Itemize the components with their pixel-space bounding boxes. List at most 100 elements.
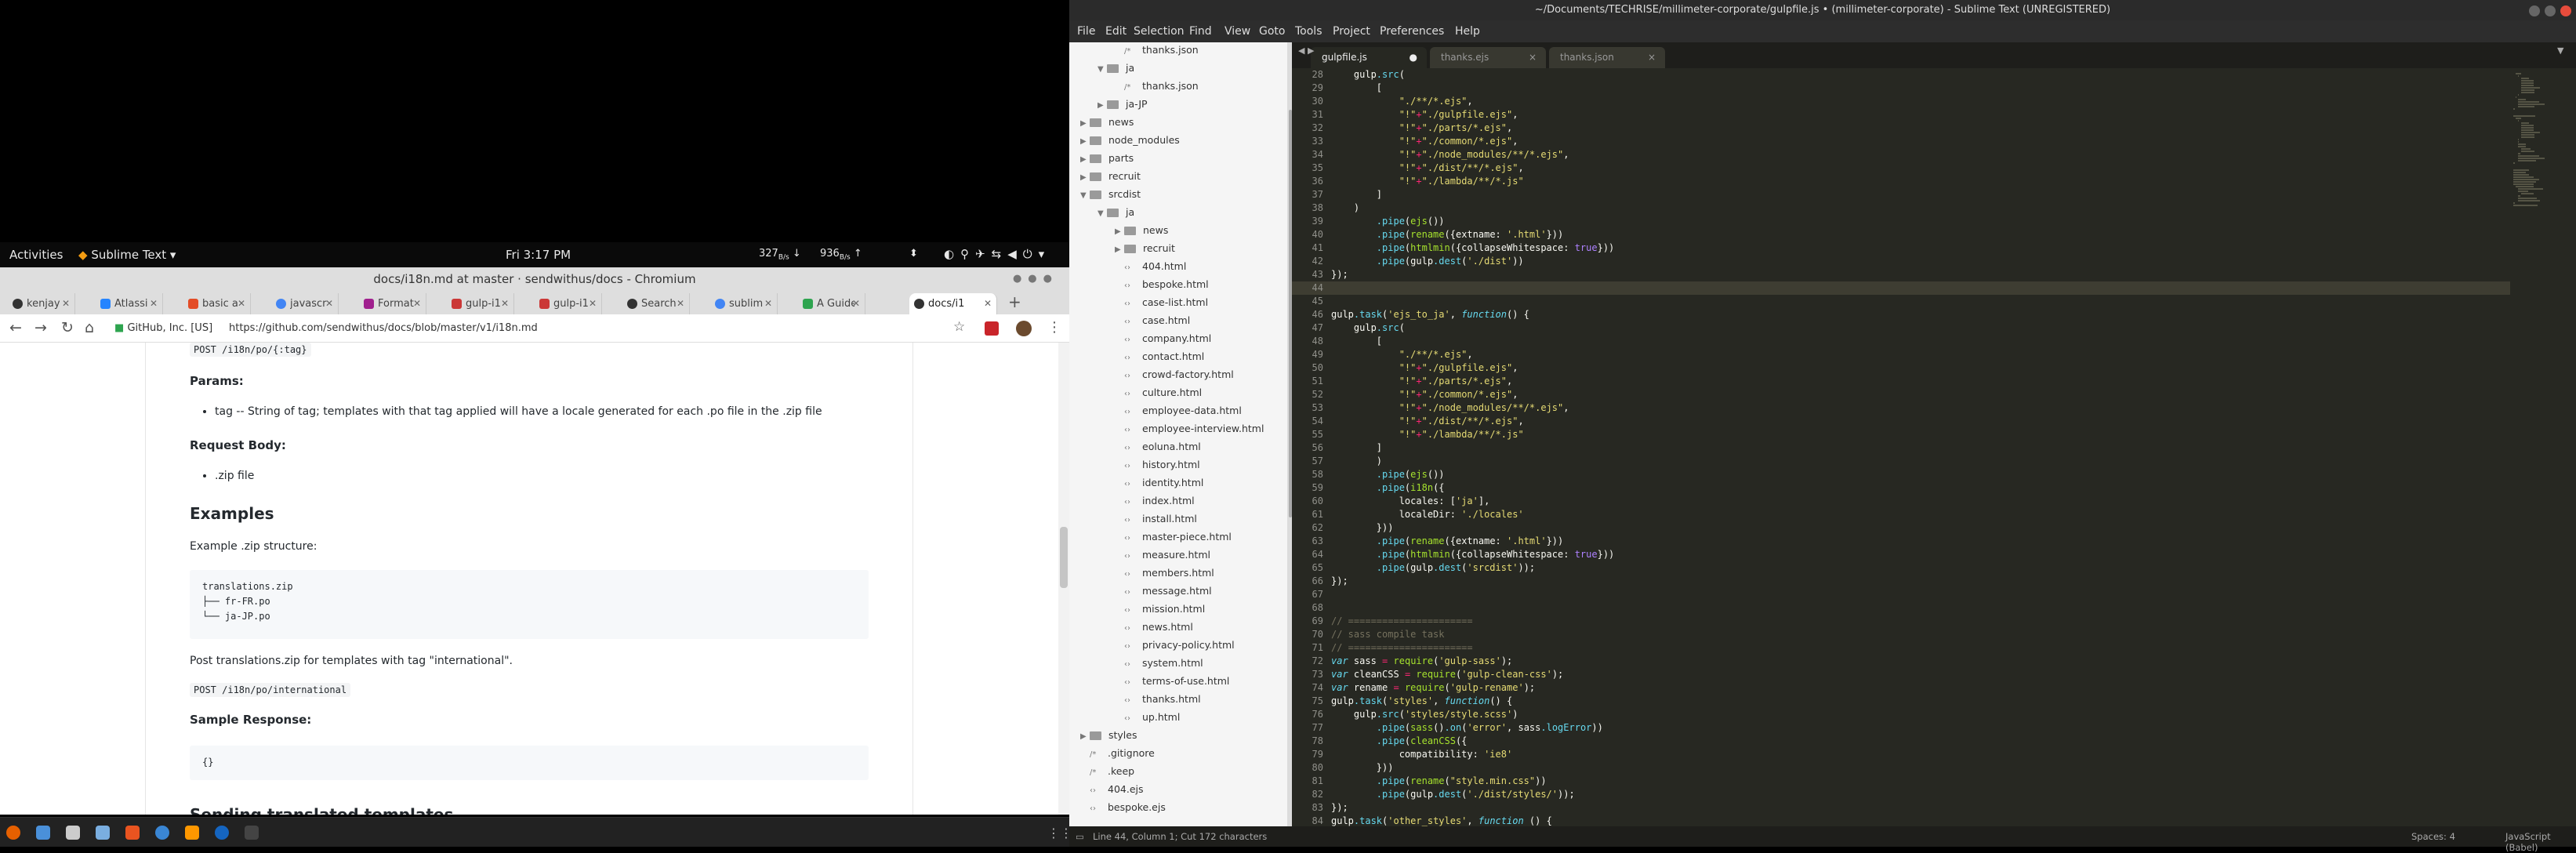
code-line[interactable]: [ <box>1331 335 1614 348</box>
document-icon[interactable] <box>96 826 110 840</box>
code-line[interactable]: [ <box>1331 82 1614 95</box>
browser-tab[interactable]: Atlassi ✕ <box>96 293 163 314</box>
sidebar-item[interactable]: /* thanks.json <box>1069 77 1199 95</box>
code-line[interactable]: .pipe(sass().on('error', sass.logError)) <box>1331 721 1614 735</box>
browser-tab[interactable]: A Guide ✕ <box>798 293 865 314</box>
panel-toggle-icon[interactable]: ▭ <box>1076 831 1084 842</box>
sidebar-item[interactable]: ‹› eoluna.html <box>1069 437 1201 456</box>
sidebar-item[interactable]: ▼ ja <box>1069 59 1134 77</box>
menu-icon[interactable]: ⋮ <box>1047 319 1061 336</box>
sidebar-item[interactable]: ‹› bespoke.html <box>1069 275 1209 293</box>
sidebar-item[interactable]: /* .keep <box>1069 762 1134 780</box>
menu-goto[interactable]: Goto <box>1259 25 1285 38</box>
code-line[interactable]: ) <box>1331 201 1614 215</box>
sidebar-item[interactable]: ‹› history.html <box>1069 456 1200 474</box>
help-icon[interactable] <box>155 826 169 840</box>
code-text[interactable]: gulp.src( [ "./**/*.ejs", "!"+"./gulpfil… <box>1331 68 1614 826</box>
sidebar-item[interactable]: ‹› install.html <box>1069 510 1197 528</box>
code-line[interactable]: gulp.task('other_styles', function () { <box>1331 815 1614 826</box>
reload-icon[interactable]: ↻ <box>61 319 74 336</box>
disk-icon[interactable] <box>66 826 80 840</box>
code-line[interactable]: // ====================== <box>1331 615 1614 628</box>
code-line[interactable] <box>1331 281 1614 295</box>
sidebar-item[interactable]: ▼ srcdist <box>1069 185 1141 203</box>
browser-tab[interactable]: javascr ✕ <box>271 293 339 314</box>
code-line[interactable]: compatibility: 'ie8' <box>1331 748 1614 761</box>
browser-tab[interactable]: gulp-i1 ✕ <box>535 293 602 314</box>
code-line[interactable] <box>1331 295 1614 308</box>
sidebar-item[interactable]: ‹› company.html <box>1069 329 1211 347</box>
sidebar-item[interactable]: ‹› up.html <box>1069 708 1180 726</box>
code-line[interactable]: "!"+"./lambda/**/*.js" <box>1331 175 1614 188</box>
code-line[interactable]: .pipe(gulp.dest('./dist/styles/')); <box>1331 788 1614 801</box>
code-line[interactable]: .pipe(rename({extname: '.html'})) <box>1331 535 1614 548</box>
extension-icon[interactable] <box>985 321 999 336</box>
code-line[interactable]: gulp.src('styles/style.scss') <box>1331 708 1614 721</box>
code-line[interactable]: gulp.src( <box>1331 68 1614 82</box>
tab-dropdown-icon[interactable]: ▼ <box>2557 45 2563 56</box>
code-line[interactable]: "!"+"./common/*.ejs", <box>1331 388 1614 401</box>
code-line[interactable]: .pipe(ejs()) <box>1331 215 1614 228</box>
project-sidebar[interactable]: /* thanks.json ▼ ja /* thanks.json ▶ ja-JP ▶ news… <box>1069 42 1287 826</box>
code-line[interactable]: })) <box>1331 521 1614 535</box>
sidebar-item[interactable]: ▼ ja <box>1069 203 1134 221</box>
editor-tab[interactable]: thanks.json × <box>1549 47 1665 68</box>
chromium-taskbar-icon[interactable] <box>215 826 229 840</box>
address-bar[interactable]: https://github.com/sendwithus/docs/blob/… <box>229 322 538 334</box>
forward-icon[interactable]: → <box>34 319 47 336</box>
code-line[interactable]: "!"+"./dist/**/*.ejs", <box>1331 415 1614 428</box>
menu-tools[interactable]: Tools <box>1295 25 1322 38</box>
activities-button[interactable]: Activities <box>9 248 63 262</box>
code-line[interactable]: var sass = require('gulp-sass'); <box>1331 655 1614 668</box>
sidebar-item[interactable]: /* thanks.json <box>1069 42 1199 59</box>
menu-edit[interactable]: Edit <box>1105 25 1127 38</box>
sidebar-item[interactable]: ‹› employee-interview.html <box>1069 419 1264 437</box>
sidebar-item[interactable]: ‹› 404.ejs <box>1069 780 1144 798</box>
code-line[interactable]: // sass compile task <box>1331 628 1614 641</box>
code-line[interactable]: .pipe(rename("style.min.css")) <box>1331 775 1614 788</box>
sidebar-item[interactable]: ‹› privacy-policy.html <box>1069 636 1235 654</box>
browser-tab[interactable]: Format ✕ <box>359 293 426 314</box>
code-line[interactable]: gulp.src( <box>1331 321 1614 335</box>
menu-preferences[interactable]: Preferences <box>1380 25 1444 38</box>
sidebar-item[interactable]: ▶ news <box>1069 113 1134 131</box>
files-icon[interactable] <box>36 826 50 840</box>
code-line[interactable]: ] <box>1331 188 1614 201</box>
code-line[interactable]: }); <box>1331 268 1614 281</box>
window-controls[interactable]: ●●● <box>1013 267 1058 291</box>
sidebar-item[interactable]: ▶ news <box>1069 221 1168 239</box>
profile-avatar[interactable] <box>1016 321 1032 336</box>
terminal-icon[interactable] <box>245 826 259 840</box>
sidebar-item[interactable]: ‹› 404.html <box>1069 257 1186 275</box>
code-line[interactable]: })) <box>1331 761 1614 775</box>
code-line[interactable] <box>1331 588 1614 601</box>
sidebar-item[interactable]: ‹› terms-of-use.html <box>1069 672 1229 690</box>
home-icon[interactable]: ⌂ <box>85 319 94 336</box>
menu-help[interactable]: Help <box>1455 25 1480 38</box>
browser-tab[interactable]: Search ✕ <box>622 293 690 314</box>
code-line[interactable]: ] <box>1331 441 1614 455</box>
sidebar-item[interactable]: ‹› message.html <box>1069 582 1212 600</box>
menu-selection[interactable]: Selection <box>1134 25 1185 38</box>
page-scrollbar-thumb[interactable] <box>1060 527 1068 588</box>
sidebar-item[interactable]: ▶ recruit <box>1069 239 1175 257</box>
sidebar-item[interactable]: ‹› case.html <box>1069 311 1190 329</box>
code-line[interactable]: .pipe(htmlmin({collapseWhitespace: true}… <box>1331 548 1614 561</box>
code-editor[interactable]: 28 29 30 31 32 33 34 35 36 37 38 39 40 41 42 43 44 45 46 47… <box>1292 68 2531 826</box>
sidebar-item[interactable]: ‹› crowd-factory.html <box>1069 365 1234 383</box>
code-line[interactable]: ) <box>1331 455 1614 468</box>
code-line[interactable]: var rename = require('gulp-rename'); <box>1331 681 1614 695</box>
sidebar-item[interactable]: ‹› employee-data.html <box>1069 401 1242 419</box>
new-tab-button[interactable]: + <box>1008 292 1021 311</box>
editor-tab-active[interactable]: gulpfile.js ● <box>1311 47 1427 68</box>
bookmark-star-icon[interactable]: ☆ <box>953 319 965 335</box>
code-line[interactable]: .pipe(rename({extname: '.html'})) <box>1331 228 1614 241</box>
sidebar-item[interactable]: ‹› index.html <box>1069 492 1195 510</box>
menu-file[interactable]: File <box>1077 25 1095 38</box>
code-line[interactable]: "!"+"./node_modules/**/*.ejs", <box>1331 148 1614 162</box>
code-line[interactable]: "!"+"./gulpfile.ejs", <box>1331 361 1614 375</box>
sidebar-item[interactable]: ▶ styles <box>1069 726 1137 744</box>
code-line[interactable]: .pipe(gulp.dest('srcdist')); <box>1331 561 1614 575</box>
browser-tab[interactable]: gulp-i1 ✕ <box>447 293 514 314</box>
sidebar-item[interactable]: ‹› measure.html <box>1069 546 1210 564</box>
